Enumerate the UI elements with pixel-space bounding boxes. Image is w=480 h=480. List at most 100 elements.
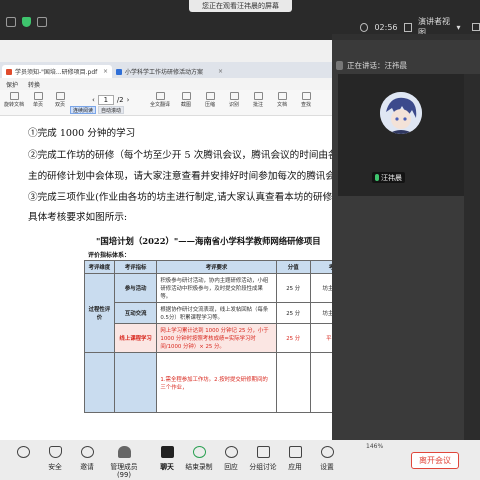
smile-icon bbox=[224, 446, 238, 458]
participant-panel: 正在讲话：汪祎晨 汪祎晨 bbox=[332, 40, 480, 440]
mic-icon bbox=[375, 174, 379, 181]
button-label: 邀请 bbox=[80, 463, 94, 471]
leave-meeting-button[interactable]: 离开会议 bbox=[411, 452, 459, 469]
meeting-timer: 02:56 bbox=[374, 22, 398, 32]
menu-item-convert[interactable]: 转换 bbox=[28, 80, 40, 89]
table-title: "国培计划（2022）"——海南省小学科学教师网络研修项目 bbox=[96, 236, 321, 246]
score-cell: 25 分 bbox=[275, 302, 311, 324]
speaking-header: 正在讲话：汪祎晨 bbox=[332, 56, 480, 74]
invite-button[interactable]: 邀请 bbox=[72, 446, 102, 471]
evaluation-table: 考评维度 考评指标 考评要求 分值 考评人 过程性评价 参与活动 积极参与研讨活… bbox=[84, 260, 332, 413]
menu-item-protect[interactable]: 保护 bbox=[6, 80, 18, 89]
rotate-doc-button[interactable]: 旋转文档 bbox=[4, 92, 24, 108]
screenshot-button[interactable]: 截图 bbox=[176, 92, 196, 108]
tab-active-pdf[interactable]: 学员须知-"国培...研修项目.pdf × bbox=[2, 65, 112, 78]
indicator-cell: 互动交流 bbox=[113, 302, 158, 324]
chat-icon bbox=[160, 446, 174, 458]
button-label: 聊天 bbox=[160, 463, 174, 471]
table-row: 过程性评价 参与活动 积极参与研讨活动，协内主题研修活动，小组研修活动中积极参与… bbox=[84, 273, 332, 353]
document-icon bbox=[277, 92, 287, 100]
chat-button[interactable]: 聊天 bbox=[152, 446, 182, 471]
apps-button[interactable]: 应用 bbox=[280, 446, 310, 471]
collapse-icon[interactable] bbox=[336, 60, 343, 70]
compress-button[interactable]: 压缩 bbox=[200, 92, 220, 108]
shield-icon bbox=[48, 446, 62, 458]
zoom-value[interactable]: 146% bbox=[366, 443, 383, 450]
tool-label: 批注 bbox=[252, 102, 263, 108]
speaking-label: 正在讲话：汪祎晨 bbox=[347, 60, 407, 70]
chevron-down-icon: ▾ bbox=[456, 22, 461, 32]
video-name: 汪祎晨 bbox=[381, 173, 402, 182]
members-icon bbox=[117, 446, 131, 458]
header-dimension: 考评维度 bbox=[84, 260, 115, 274]
doc-line: 具体考核要求如图所示: bbox=[28, 212, 128, 223]
tool-label: 识别 bbox=[228, 102, 239, 108]
annotate-button[interactable]: 批注 bbox=[248, 92, 268, 108]
ocr-icon bbox=[229, 92, 239, 100]
security-shield-icon[interactable] bbox=[22, 17, 31, 27]
table-row: 互动交流 根据协作研讨交流表现，线上发帖回帖（每条0.5分）积累课程学习等。 2… bbox=[85, 302, 332, 324]
header-requirement: 考评要求 bbox=[156, 260, 277, 274]
translate-button[interactable]: 全文翻译 bbox=[150, 92, 170, 108]
stop-recording-button[interactable]: 结束录制 bbox=[184, 446, 214, 471]
page-input[interactable]: 1 bbox=[97, 95, 114, 105]
prev-page-icon[interactable]: ‹ bbox=[92, 96, 95, 104]
participant-strip bbox=[464, 74, 480, 440]
continuous-read-button[interactable]: 连续阅读 bbox=[70, 106, 97, 114]
close-icon[interactable]: × bbox=[103, 68, 108, 75]
fullscreen-icon[interactable] bbox=[472, 23, 480, 31]
double-page-button[interactable]: 双页 bbox=[50, 92, 70, 108]
grid-view-icon[interactable] bbox=[403, 22, 412, 32]
compress-icon bbox=[205, 92, 215, 100]
doc-line: ③完成三项作业(作业由各坊的坊主进行制定,请大家认真查看本坊的研修计划) bbox=[28, 192, 332, 203]
doc-line: ②完成工作坊的研修（每个坊至少开 5 次腾讯会议，腾讯会议的时间由各坊 bbox=[28, 150, 332, 161]
breakout-icon bbox=[256, 446, 270, 458]
document-button[interactable]: 文档 bbox=[272, 92, 292, 108]
scissors-icon bbox=[181, 92, 191, 100]
requirement-cell: 根据协作研讨交流表现，线上发帖回帖（每条0.5分）积累课程学习等。 bbox=[156, 302, 277, 324]
doc-line: 主的研修计划中会体现，请大家注意查看并安排好时间参加每次的腾讯会议） bbox=[28, 171, 332, 182]
assessor-cell: 坊主/辅导员 bbox=[309, 273, 332, 303]
page-navigator: ‹ 1 /2 › bbox=[92, 95, 129, 105]
table-row: 线上课程学习 网上学习累计达到 1000 分钟记 25 分，小于 1000 分钟… bbox=[85, 323, 332, 353]
apps-icon bbox=[288, 446, 302, 458]
tab-activity-plan[interactable]: 小学科学工作坊研修活动方案 × bbox=[112, 65, 227, 78]
top-left-icons bbox=[6, 17, 47, 27]
breakout-button[interactable]: 分组讨论 bbox=[248, 446, 278, 471]
shared-screen-top-edge bbox=[0, 40, 332, 62]
auto-scroll-button[interactable]: 自动滚动 bbox=[98, 106, 125, 114]
avatar bbox=[380, 92, 422, 134]
rotate-icon bbox=[9, 92, 19, 100]
info-icon[interactable] bbox=[6, 17, 16, 27]
indicator-cell: 参与活动 bbox=[113, 273, 158, 303]
page-total: /2 bbox=[116, 96, 124, 104]
assessor-cell bbox=[309, 352, 332, 413]
ocr-button[interactable]: 识别 bbox=[224, 92, 244, 108]
find-button[interactable]: 查找 bbox=[296, 92, 316, 108]
gear-icon bbox=[320, 446, 334, 458]
translate-icon bbox=[155, 92, 165, 100]
video-tile[interactable]: 汪祎晨 bbox=[338, 74, 464, 196]
table-subtitle: 评价指标体系： bbox=[88, 252, 131, 259]
signal-icon[interactable] bbox=[37, 17, 47, 27]
button-label: 管理成员(99) bbox=[110, 463, 138, 479]
assessor-cell: 平台统计 bbox=[309, 323, 332, 353]
tool-label: 文档 bbox=[276, 102, 287, 108]
pdf-zoom: 146% bbox=[366, 443, 383, 450]
settings-button[interactable]: 设置 bbox=[312, 446, 342, 471]
reactions-button[interactable]: 回应 bbox=[216, 446, 246, 471]
assessor-cell: 坊主/辅导员 bbox=[309, 302, 332, 324]
score-cell: 25 分 bbox=[275, 273, 311, 303]
mic-button[interactable] bbox=[8, 446, 38, 461]
security-button[interactable]: 安全 bbox=[40, 446, 70, 471]
table-header-row: 考评维度 考评指标 考评要求 分值 考评人 bbox=[84, 260, 332, 274]
close-icon[interactable]: × bbox=[218, 68, 223, 75]
requirement-cell: 积极参与研讨活动，协内主题研修活动，小组研修活动中积极参与，及时提交阶段性成果等… bbox=[156, 273, 277, 303]
requirement-cell: 1.需全程参加工作坊。2.按时提交研修期间的三个作业， bbox=[156, 352, 277, 413]
tool-label: 查找 bbox=[300, 102, 311, 108]
single-page-button[interactable]: 单页 bbox=[28, 92, 48, 108]
manage-members-button[interactable]: 管理成员(99) bbox=[104, 446, 144, 479]
tool-label: 全文翻译 bbox=[150, 102, 171, 108]
next-page-icon[interactable]: › bbox=[127, 96, 130, 104]
meeting-toolbar: 安全 邀请 管理成员(99) 聊天 结束录制 回应 分组讨论 应用 设置 bbox=[0, 440, 480, 480]
